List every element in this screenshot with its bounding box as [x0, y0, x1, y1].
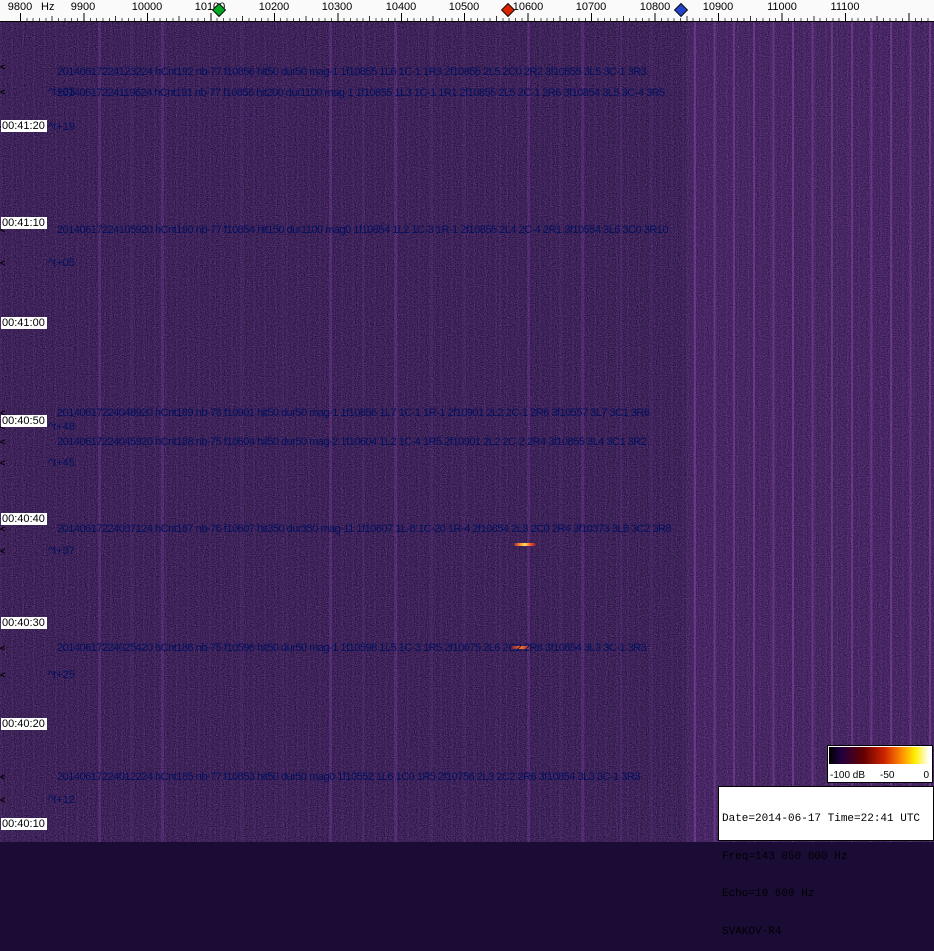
detection-log-line: 20140617224119624 hCnt191 nb-77 f10856 h…	[57, 87, 665, 99]
event-tick	[0, 259, 7, 268]
db-max-label: 0	[923, 770, 929, 781]
event-time-marker: ^t+25	[48, 669, 75, 681]
meteor-echo-trace	[514, 543, 536, 546]
detection-log-line: 20140617224045920 hCnt188 nb-75 f10604 h…	[57, 436, 647, 448]
event-time-marker: ^t+12	[48, 794, 75, 806]
info-freq-line: Freq=143 050 000 Hz	[722, 850, 848, 863]
ruler-major-ticks	[20, 13, 932, 21]
event-tick	[0, 525, 7, 534]
time-label: 00:40:20	[1, 718, 47, 730]
time-label: 00:40:50	[1, 415, 47, 427]
event-time-marker: ^t+48	[48, 421, 75, 433]
detection-log-line: 20140617224105920 hCnt190 nb-77 f10854 h…	[57, 224, 668, 236]
time-label: 00:40:30	[1, 617, 47, 629]
time-label: 00:41:20	[1, 120, 47, 132]
detection-log-line: 20140617224012224 hCnt185 nb-77 f10853 h…	[57, 771, 640, 783]
detection-log-line: 20140617224025420 hCnt186 nb-75 f10596 h…	[57, 642, 647, 654]
event-tick	[0, 644, 7, 653]
freq-tick-label: 11000	[767, 1, 797, 13]
freq-unit-label: Hz	[41, 1, 55, 13]
db-gradient-bar	[829, 747, 929, 764]
freq-tick-label: 10200	[258, 1, 290, 13]
spectrogram-waterfall	[0, 22, 934, 842]
info-echo-line: Echo=10 600 Hz	[722, 888, 815, 900]
freq-tick-label: 10400	[385, 1, 417, 13]
freq-tick-label: 10600	[512, 1, 544, 13]
freq-tick-label: 11100	[830, 1, 860, 13]
event-tick	[0, 438, 7, 447]
event-time-marker: ^t+45	[48, 457, 75, 469]
time-label: 00:41:10	[1, 217, 47, 229]
event-tick	[0, 547, 7, 556]
event-time-marker: ^t+19	[48, 121, 75, 133]
info-date-line: Date=2014-06-17 Time=22:41 UTC	[722, 813, 921, 825]
db-min-label: -100 dB	[830, 770, 866, 781]
event-tick	[0, 671, 7, 680]
event-tick	[0, 773, 7, 782]
event-tick	[0, 796, 7, 805]
freq-tick-label: 10500	[448, 1, 480, 13]
freq-tick-label: 9900	[70, 1, 96, 13]
event-time-marker: ^t+37	[48, 545, 75, 557]
detection-log-line: 20140617224048920 hCnt189 nb-78 f10901 h…	[57, 407, 650, 419]
detection-log-line: 20140617224037124 hCnt187 nb-76 f10607 h…	[57, 523, 672, 535]
frequency-ruler: 9800 Hz 9900 10000 10100 10200 10300 104…	[0, 0, 934, 22]
event-time-marker: ^t+05	[48, 257, 75, 269]
spectrogram-app: { "ruler": { "unit": "Hz", "labels": ["9…	[0, 0, 934, 938]
time-label: 00:40:40	[1, 513, 47, 525]
event-tick	[0, 88, 7, 97]
info-station-line: SVAKOV-R4	[722, 925, 782, 938]
detection-log-line: 20140617224123224 hCnt192 nb-77 f10856 h…	[57, 66, 647, 78]
spectrogram-noise-texture	[0, 22, 934, 842]
freq-tick-label: 10000	[131, 1, 163, 13]
event-tick	[0, 459, 7, 468]
station-info-box: Date=2014-06-17 Time=22:41 UTC Freq=143 …	[718, 786, 934, 938]
event-tick	[0, 63, 7, 72]
event-time-marker: ^t+23	[48, 86, 75, 98]
db-scale-legend: -100 dB -50 0	[827, 745, 933, 783]
freq-tick-label: 10800	[639, 1, 671, 13]
db-mid-label: -50	[880, 770, 895, 781]
freq-tick-label: 10300	[321, 1, 353, 13]
time-label: 00:41:00	[1, 317, 47, 329]
time-label: 00:40:10	[1, 818, 47, 830]
freq-tick-label: 9800	[7, 1, 33, 13]
freq-tick-label: 10900	[702, 1, 734, 13]
freq-tick-label: 10700	[575, 1, 607, 13]
